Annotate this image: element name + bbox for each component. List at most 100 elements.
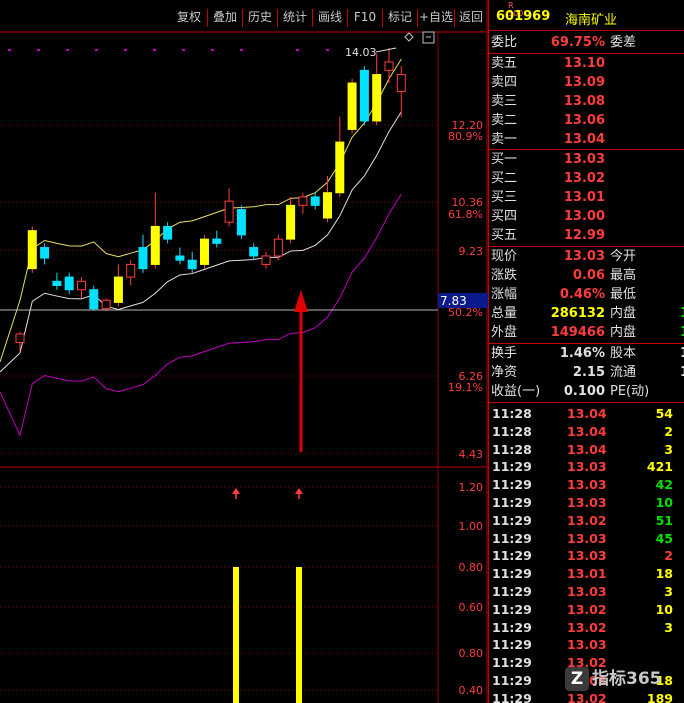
tick-row: 11:28 13.04 2 bbox=[492, 423, 673, 439]
fuquan-button[interactable]: 复权 bbox=[172, 8, 206, 28]
candle-body bbox=[150, 225, 160, 265]
watermark-logo-icon: Z bbox=[565, 667, 589, 691]
candle-body bbox=[335, 141, 345, 194]
annotation-arrow-head bbox=[294, 290, 308, 312]
stock-header: R 500 601969 海南矿业 bbox=[489, 0, 684, 31]
upper-band-line bbox=[0, 58, 402, 363]
dot-marker bbox=[211, 49, 214, 51]
quote-panel: R 500 601969 海南矿业 委比 69.75% 委差 卖五 13.10 卖四 1… bbox=[488, 0, 684, 703]
ind-tick-label: 1.00 bbox=[459, 520, 484, 533]
tick-row: 11:29 13.02 3 bbox=[492, 619, 673, 635]
candle-body bbox=[89, 289, 99, 310]
ind-tick-label: 0.80 bbox=[459, 561, 484, 574]
candle-body bbox=[15, 333, 25, 343]
tick-row: 11:29 13.02 10 bbox=[492, 601, 673, 617]
buy-row: 买二 13.02 bbox=[491, 171, 605, 186]
mark-button[interactable]: 标记 bbox=[383, 8, 417, 28]
sell-row: 卖二 13.06 bbox=[491, 113, 605, 128]
high-marker-line bbox=[375, 47, 397, 53]
candle-body bbox=[40, 247, 50, 259]
signal-bar bbox=[233, 567, 239, 703]
high-price-label: 14.03 bbox=[345, 46, 377, 59]
watermark: Z 指标365 bbox=[565, 664, 662, 691]
buy-row: 买四 13.00 bbox=[491, 209, 605, 224]
sell-row: 卖四 13.09 bbox=[491, 75, 605, 90]
price-tick-label: 4.43 bbox=[459, 448, 484, 461]
stat-row: 现价 13.03 今开 bbox=[491, 249, 637, 264]
price-axis: 12.2010.369.236.264.4380.9%61.8%50.2%19.… bbox=[448, 119, 483, 461]
candle-body bbox=[249, 247, 259, 257]
tick-row: 11:29 13.03 bbox=[492, 637, 607, 653]
candle-body bbox=[347, 82, 357, 130]
candle-body bbox=[200, 238, 209, 265]
lower-band-line bbox=[0, 193, 402, 437]
draw-line-button[interactable]: 画线 bbox=[313, 8, 347, 28]
weibi-row: 委比 69.75% 委差 bbox=[491, 35, 637, 50]
stat-row: 涨幅 0.46% 最低 bbox=[491, 287, 637, 302]
stat2-row: 换手1.46%股本1 bbox=[491, 346, 684, 361]
stock-code: 601969 bbox=[496, 9, 551, 24]
back-button[interactable]: 返回 bbox=[455, 8, 487, 28]
pct-tick-label: 80.9% bbox=[448, 130, 483, 143]
ind-tick-label: 1.20 bbox=[459, 481, 484, 494]
tick-row: 11:29 13.03 45 bbox=[492, 530, 673, 546]
dot-marker bbox=[240, 49, 243, 51]
pct-tick-label: 61.8% bbox=[448, 208, 483, 221]
stat2-row: 收益(一) 0.100 PE(动) bbox=[491, 384, 650, 399]
candle-body bbox=[359, 69, 369, 122]
toolbar: 复权 叠加 历史 统计 画线 F10 标记 +自选 返回 bbox=[0, 0, 488, 32]
candle-body bbox=[236, 209, 246, 236]
candle-body bbox=[27, 230, 37, 270]
tick-row: 11:28 13.04 3 bbox=[492, 441, 673, 457]
add-watchlist-button[interactable]: +自选 bbox=[418, 8, 454, 28]
f10-button[interactable]: F10 bbox=[348, 8, 382, 28]
candle-body bbox=[52, 280, 62, 287]
diamond-icon bbox=[404, 32, 414, 42]
candle-body bbox=[126, 263, 136, 278]
stat2-row: 净资2.15流通1 bbox=[491, 365, 684, 380]
current-price-label: 7.83 bbox=[440, 294, 467, 308]
tick-row: 11:28 13.04 54 bbox=[492, 406, 673, 421]
candle-body bbox=[224, 200, 234, 223]
candle-body bbox=[273, 238, 283, 257]
candle-body bbox=[64, 276, 74, 291]
candle-body bbox=[298, 196, 308, 206]
tick-row: 11:29 13.03 3 bbox=[492, 584, 673, 599]
signal-bar bbox=[296, 567, 302, 703]
tick-row: 11:29 13.03 421 bbox=[492, 459, 673, 475]
dot-marker bbox=[66, 49, 69, 51]
buy-row: 买五 12.99 bbox=[491, 228, 605, 243]
overlay-button[interactable]: 叠加 bbox=[208, 8, 242, 28]
tick-row: 11:29 13.02 51 bbox=[492, 512, 673, 528]
stat-row: 涨跌 0.06 最高 bbox=[491, 268, 637, 283]
history-button[interactable]: 历史 bbox=[243, 8, 277, 28]
price-tick-label: 9.23 bbox=[459, 245, 484, 258]
sell-row: 卖一 13.04 bbox=[491, 132, 605, 147]
candle-body bbox=[212, 238, 222, 244]
candle-body bbox=[187, 259, 197, 270]
ind-tick-label: 0.40 bbox=[459, 684, 484, 697]
stock-name: 海南矿业 bbox=[565, 13, 618, 28]
ind-tick-label: 0.60 bbox=[459, 601, 484, 614]
candle-body bbox=[286, 204, 296, 240]
sell-row: 卖五 13.10 bbox=[491, 56, 605, 71]
ind-tick-label: 0.80 bbox=[459, 647, 484, 660]
dot-marker bbox=[153, 49, 156, 51]
dot-marker bbox=[37, 49, 40, 51]
stat-row: 总量286132内盘1 bbox=[491, 306, 684, 321]
candle-body bbox=[175, 255, 185, 261]
candle-body bbox=[261, 255, 271, 265]
statistics-button[interactable]: 统计 bbox=[278, 8, 312, 28]
buy-row: 买一 13.03 bbox=[491, 152, 605, 167]
dot-marker bbox=[95, 49, 98, 51]
buy-row: 买三 13.01 bbox=[491, 190, 605, 205]
tick-row: 11:29 13.01 18 bbox=[492, 566, 673, 582]
dot-marker bbox=[326, 49, 329, 51]
candle-body bbox=[384, 61, 394, 71]
kline-chart[interactable]: 12.2010.369.236.264.4380.9%61.8%50.2%19.… bbox=[0, 0, 488, 703]
indicator-grid: 1.20 1.00 0.80 0.60 0.80 0.40 bbox=[0, 481, 483, 697]
dot-marker bbox=[182, 49, 185, 51]
tick-row: 11:29 13.02 189 bbox=[492, 690, 673, 703]
candle-body bbox=[372, 74, 382, 122]
stat-row: 外盘149466内盘1 bbox=[491, 325, 684, 340]
